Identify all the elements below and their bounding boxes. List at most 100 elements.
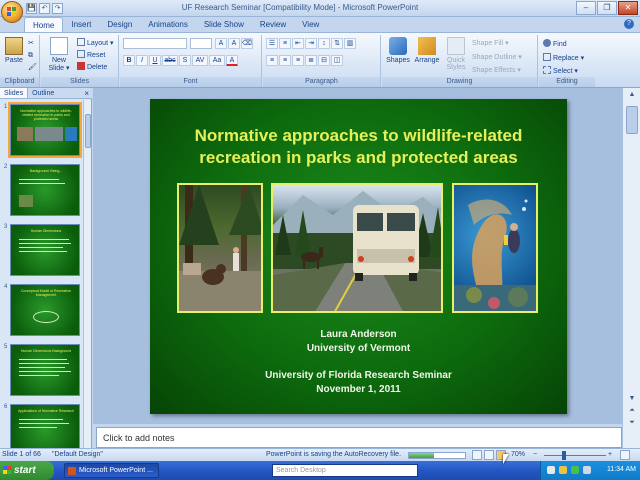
quick-styles-button[interactable]: Quick Styles [442, 37, 470, 75]
increase-indent-icon[interactable]: ⇥ [305, 38, 317, 49]
office-button[interactable] [1, 1, 23, 23]
tab-insert[interactable]: Insert [63, 17, 99, 32]
slide-sorter-view-icon[interactable] [484, 450, 494, 460]
help-icon[interactable]: ? [624, 19, 634, 29]
tab-slides[interactable]: Slides [0, 88, 29, 98]
copy-icon[interactable]: ⧉ [28, 51, 33, 60]
notes-pane[interactable]: Click to add notes [96, 427, 622, 448]
zoom-level[interactable]: 70% [511, 451, 525, 458]
scroll-down-icon[interactable]: ▼ [627, 394, 637, 404]
columns-icon[interactable]: ▥ [344, 38, 356, 49]
zoom-slider-knob[interactable] [562, 451, 566, 460]
paste-button[interactable]: Paste [1, 37, 27, 75]
network-icon[interactable] [571, 466, 579, 474]
volume-icon[interactable] [583, 466, 591, 474]
photo-bus-moose[interactable] [271, 183, 443, 313]
undo-icon[interactable]: ↶ [39, 3, 50, 14]
format-painter-icon[interactable]: 🖌 [28, 63, 37, 72]
tab-design[interactable]: Design [99, 17, 140, 32]
justify-icon[interactable]: ≣ [305, 55, 317, 66]
underline-button[interactable]: U [149, 55, 161, 66]
taskbar-powerpoint-button[interactable]: Microsoft PowerPoint ... [64, 463, 159, 478]
align-left-icon[interactable]: ≡ [266, 55, 278, 66]
reset-button[interactable]: Reset [77, 50, 105, 60]
taskbar-clock[interactable]: 11:34 AM [607, 466, 636, 473]
tab-view[interactable]: View [294, 17, 327, 32]
drawing-label: Drawing [382, 77, 537, 87]
character-spacing-button[interactable]: AV [192, 55, 208, 66]
select-icon [543, 66, 551, 74]
event-name[interactable]: University of Florida Research Seminar [150, 369, 567, 382]
cut-icon[interactable]: ✂ [28, 39, 34, 48]
event-date[interactable]: November 1, 2011 [150, 383, 567, 396]
tab-slide-show[interactable]: Slide Show [196, 17, 252, 32]
replace-button[interactable]: Replace ▾ [543, 53, 584, 63]
tab-review[interactable]: Review [252, 17, 294, 32]
zoom-slider[interactable] [544, 451, 606, 460]
tab-outline[interactable]: Outline [28, 88, 58, 98]
align-center-icon[interactable]: ≡ [279, 55, 291, 66]
font-name-field[interactable] [123, 38, 187, 49]
save-icon[interactable]: 💾 [26, 3, 37, 14]
maximize-button[interactable]: ❐ [597, 1, 617, 15]
text-direction-icon[interactable]: ⇅ [331, 38, 343, 49]
layout-button[interactable]: Layout ▾ [77, 38, 113, 48]
clear-format-button[interactable]: ⌫ [241, 38, 253, 49]
zoom-out-button[interactable]: − [533, 451, 537, 458]
slide-title[interactable]: Normative approaches to wildlife-related… [160, 125, 557, 169]
align-right-icon[interactable]: ≡ [292, 55, 304, 66]
shadow-button[interactable]: S [179, 55, 191, 66]
presenter-name[interactable]: Laura Anderson [150, 328, 567, 341]
tab-home[interactable]: Home [24, 17, 64, 32]
minimize-button[interactable]: – [576, 1, 596, 15]
select-button[interactable]: Select ▾ [543, 66, 578, 76]
change-case-button[interactable]: Aa [209, 55, 225, 66]
fit-to-window-icon[interactable] [620, 450, 630, 460]
decrease-indent-icon[interactable]: ⇤ [292, 38, 304, 49]
zoom-in-button[interactable]: + [608, 451, 612, 458]
photo-bear-campsite[interactable] [177, 183, 263, 313]
new-slide-button[interactable]: New Slide ▾ [44, 37, 74, 75]
main-scroll-thumb[interactable] [626, 106, 638, 134]
bold-button[interactable]: B [123, 55, 135, 66]
font-size-field[interactable] [190, 38, 212, 49]
start-button[interactable]: start [0, 461, 54, 480]
delete-button[interactable]: Delete [77, 62, 107, 72]
current-slide[interactable]: Normative approaches to wildlife-related… [150, 99, 567, 414]
new-slide-icon [50, 37, 68, 55]
paragraph-label: Paragraph [263, 77, 380, 87]
tray-icon-1[interactable] [547, 466, 555, 474]
shape-effects-button[interactable]: Shape Effects ▾ [472, 66, 521, 75]
tab-animations[interactable]: Animations [140, 17, 196, 32]
find-button[interactable]: Find [543, 39, 567, 49]
line-spacing-icon[interactable]: ↕ [318, 38, 330, 49]
arrange-button[interactable]: Arrange [412, 37, 442, 75]
shapes-button[interactable]: Shapes [385, 37, 411, 75]
smartart-icon[interactable]: ◫ [331, 55, 343, 66]
shape-fill-button[interactable]: Shape Fill ▾ [472, 39, 509, 48]
photo-coral-reef-diver[interactable] [452, 183, 538, 313]
grow-font-button[interactable]: A [215, 38, 227, 49]
bullets-icon[interactable]: ☰ [266, 38, 278, 49]
next-slide-icon[interactable]: ⏷ [627, 418, 637, 428]
tray-icon-2[interactable] [559, 466, 567, 474]
main-scrollbar[interactable]: ▲ ▼ ⏶ ⏷ [622, 88, 640, 448]
presenter-affiliation[interactable]: University of Vermont [150, 342, 567, 355]
close-button[interactable]: ✕ [618, 1, 638, 15]
panel-close-icon[interactable]: × [84, 88, 89, 99]
numbering-icon[interactable]: ≡ [279, 38, 291, 49]
font-color-button[interactable]: A [226, 55, 238, 66]
shrink-font-button[interactable]: A [228, 38, 240, 49]
strikethrough-button[interactable]: abc [162, 55, 178, 66]
previous-slide-icon[interactable]: ⏶ [627, 406, 637, 416]
panel-scrollbar[interactable] [83, 100, 91, 448]
scroll-up-icon[interactable]: ▲ [627, 90, 637, 100]
mouse-cursor [503, 454, 509, 464]
shape-outline-button[interactable]: Shape Outline ▾ [472, 53, 522, 62]
redo-icon[interactable]: ↷ [52, 3, 63, 14]
panel-scroll-thumb[interactable] [85, 114, 91, 148]
normal-view-icon[interactable] [472, 450, 482, 460]
italic-button[interactable]: I [136, 55, 148, 66]
desktop-search-input[interactable]: Search Desktop [272, 464, 418, 477]
align-text-icon[interactable]: ⊟ [318, 55, 330, 66]
